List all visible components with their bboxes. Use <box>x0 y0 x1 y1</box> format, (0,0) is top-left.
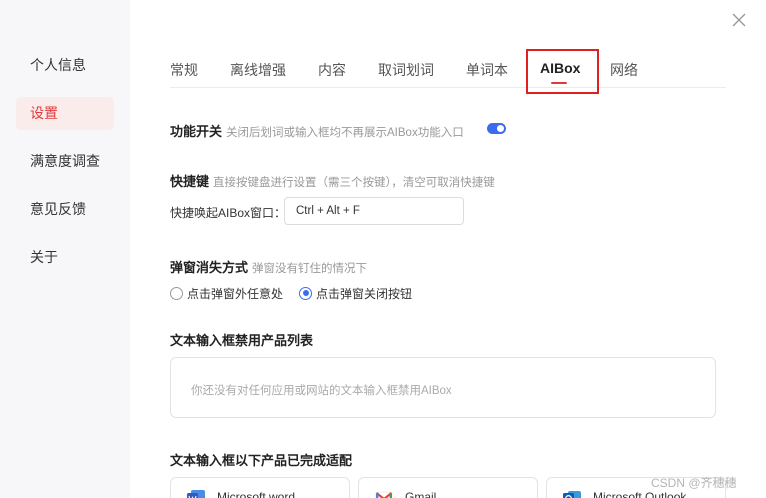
radio-unchecked-icon <box>170 286 183 300</box>
tab-network[interactable]: 网络 <box>610 60 638 80</box>
tab-word-capture[interactable]: 取词划词 <box>378 60 434 80</box>
gmail-icon <box>375 491 393 498</box>
feature-switch-row: 功能开关 关闭后划词或输入框均不再展示AIBox功能入口 <box>170 121 464 140</box>
empty-state-text: 你还没有对任何应用或网站的文本输入框禁用AIBox <box>191 385 452 397</box>
disabled-list-box: 你还没有对任何应用或网站的文本输入框禁用AIBox <box>170 357 716 418</box>
hotkey-title: 快捷键 <box>170 174 210 189</box>
hotkey-input[interactable] <box>284 197 464 225</box>
tab-wordbook[interactable]: 单词本 <box>466 60 508 80</box>
dismiss-title: 弹窗消失方式 <box>170 260 249 275</box>
tab-offline[interactable]: 离线增强 <box>230 60 286 80</box>
settings-tabs: 常规 离线增强 内容 取词划词 单词本 AIBox 网络 <box>170 48 726 88</box>
tab-content[interactable]: 内容 <box>318 60 346 80</box>
hotkey-desc: 直接按键盘进行设置（需三个按键），清空可取消快捷键 <box>213 177 495 189</box>
app-name: Microsoft word <box>217 490 296 498</box>
radio-label: 点击弹窗关闭按钮 <box>316 286 413 301</box>
app-card-gmail[interactable]: Gmail <box>358 477 538 498</box>
feature-switch-desc: 关闭后划词或输入框均不再展示AIBox功能入口 <box>226 127 464 139</box>
radio-click-outside[interactable]: 点击弹窗外任意处 <box>170 286 284 301</box>
feature-switch-toggle[interactable] <box>487 123 506 134</box>
annotation-highlight-box <box>526 49 599 94</box>
app-name: Microsoft Outlook <box>593 490 687 498</box>
dismiss-desc: 弹窗没有钉住的情况下 <box>252 263 368 275</box>
hotkey-label: 快捷唤起AIBox窗口： <box>170 206 287 220</box>
sidebar: 个人信息 设置 满意度调查 意见反馈 关于 <box>0 0 130 498</box>
word-icon <box>187 490 205 498</box>
radio-click-close[interactable]: 点击弹窗关闭按钮 <box>299 286 413 301</box>
adapted-title: 文本输入框以下产品已完成适配 <box>170 453 353 468</box>
sidebar-item-survey[interactable]: 满意度调查 <box>16 145 114 178</box>
watermark: CSDN @齐穗穗 <box>651 476 737 490</box>
close-icon[interactable] <box>731 12 747 28</box>
app-name: Gmail <box>405 490 437 498</box>
radio-checked-icon <box>299 286 312 300</box>
feature-switch-title: 功能开关 <box>170 124 223 139</box>
outlook-icon <box>563 491 581 498</box>
sidebar-item-feedback[interactable]: 意见反馈 <box>16 193 114 226</box>
sidebar-item-about[interactable]: 关于 <box>16 241 114 274</box>
tab-general[interactable]: 常规 <box>170 60 198 80</box>
disabled-list-title: 文本输入框禁用产品列表 <box>170 333 314 348</box>
dismiss-row: 弹窗消失方式 弹窗没有钉住的情况下 <box>170 257 367 276</box>
hotkey-row: 快捷键 直接按键盘进行设置（需三个按键），清空可取消快捷键 <box>170 171 495 190</box>
sidebar-item-profile[interactable]: 个人信息 <box>16 49 114 82</box>
app-card-word[interactable]: Microsoft word <box>170 477 350 498</box>
radio-label: 点击弹窗外任意处 <box>187 286 284 301</box>
sidebar-item-settings[interactable]: 设置 <box>16 97 114 130</box>
